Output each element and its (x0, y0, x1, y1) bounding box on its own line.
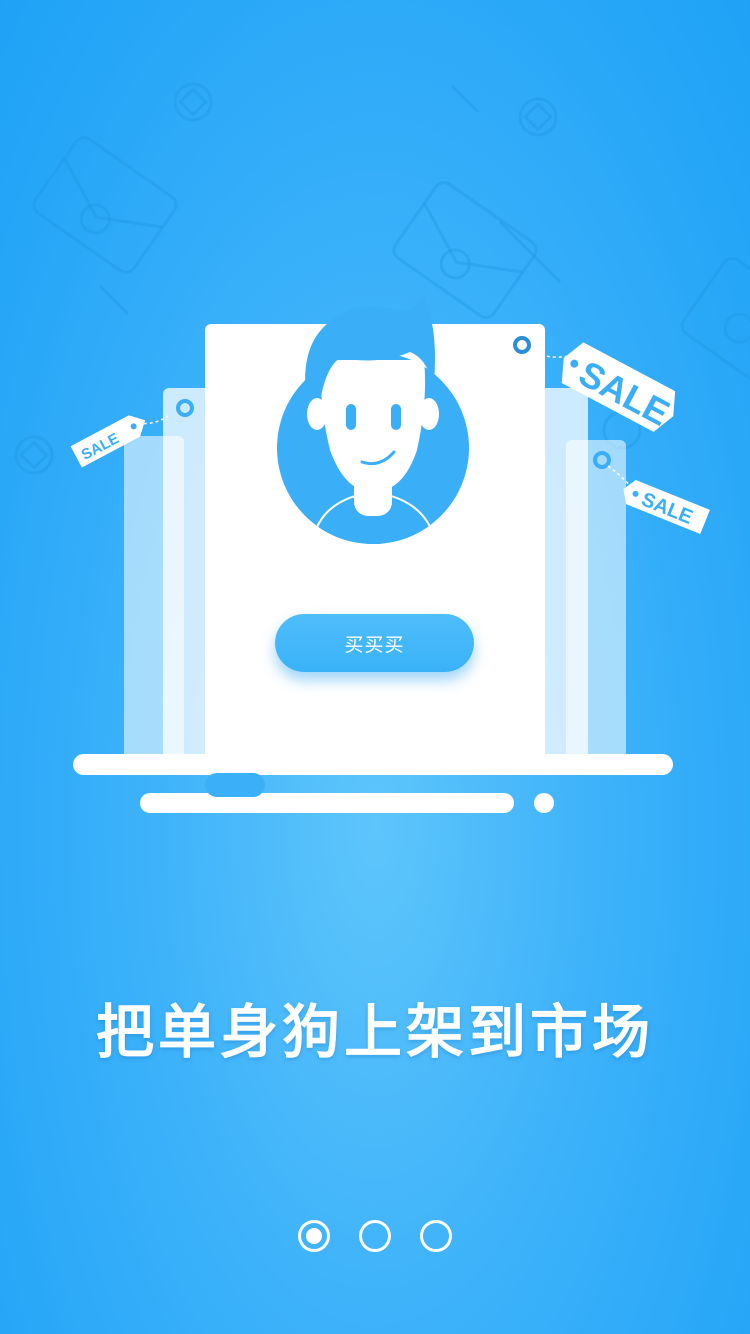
back-panel (566, 440, 626, 766)
onboarding-tagline: 把单身狗上架到市场 (95, 998, 654, 1066)
page-dot-2[interactable] (359, 1220, 391, 1252)
page-indicator (0, 1220, 750, 1252)
profile-card-illustration: SALE SALE SALE (70, 296, 710, 813)
buy-button[interactable]: 买买买 (275, 614, 474, 672)
page-dot-1[interactable] (298, 1220, 330, 1252)
page-dot-3[interactable] (420, 1220, 452, 1252)
floor-lines (73, 754, 673, 813)
